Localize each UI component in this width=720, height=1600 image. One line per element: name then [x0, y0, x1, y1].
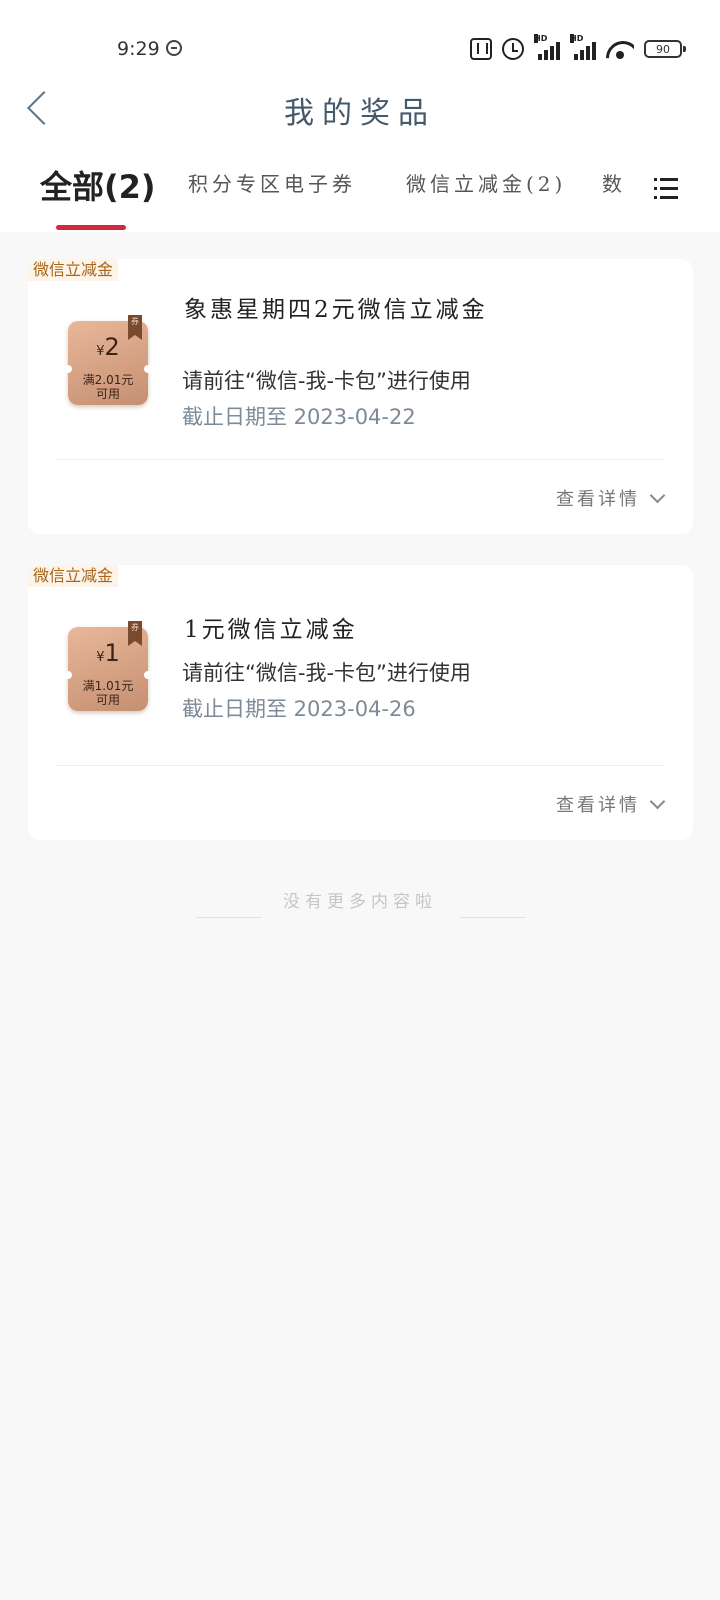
nfc-icon	[470, 38, 492, 60]
condition-line: 可用	[95, 693, 120, 707]
status-time: 9:29	[117, 38, 160, 60]
chevron-down-icon	[649, 487, 666, 503]
coupon-icon: 券 ¥2 满2.01元 可用	[64, 315, 152, 405]
card-divider	[56, 459, 665, 460]
condition-line: 满1.01元	[82, 679, 134, 693]
prize-card: 微信立减金 券 ¥1 满1.01元 可用 1元微信立减金 请前往“微信-我-卡包…	[28, 565, 693, 840]
coupon-ribbon: 券	[128, 315, 142, 340]
menu-list-icon[interactable]	[654, 178, 678, 200]
end-of-list-note: 没有更多内容啦	[283, 892, 437, 912]
top-area: 9:29 HD HD 90 我的奖品 全部(2) 积分专区电子券 微信立减金(2…	[0, 0, 720, 232]
currency-symbol: ¥	[96, 344, 105, 359]
view-details-button[interactable]: 查看详情	[556, 791, 666, 817]
end-divider-left	[196, 917, 262, 918]
prize-type-tag: 微信立减金	[28, 565, 119, 587]
view-details-button[interactable]: 查看详情	[556, 485, 666, 511]
tab-wechat-discount[interactable]: 微信立减金(2)	[406, 168, 566, 197]
condition-line: 可用	[95, 387, 120, 401]
coupon-condition: 满1.01元 可用	[68, 679, 148, 707]
amount-value: 1	[104, 639, 120, 667]
prize-title: 1元微信立减金	[184, 617, 358, 643]
tab-points-ecoupon[interactable]: 积分专区电子券	[188, 168, 356, 197]
view-details-label: 查看详情	[556, 489, 640, 510]
end-divider-right	[460, 917, 526, 918]
prize-expiry: 截止日期至 2023-04-26	[182, 697, 416, 721]
notification-icon	[166, 40, 182, 56]
currency-symbol: ¥	[96, 650, 105, 665]
wifi-icon	[606, 39, 634, 59]
prize-card: 微信立减金 券 ¥2 满2.01元 可用 象惠星期四2元微信立减金 请前往“微信…	[28, 259, 693, 534]
prize-instruction: 请前往“微信-我-卡包”进行使用	[182, 369, 471, 393]
tab-bar: 全部(2) 积分专区电子券 微信立减金(2) 数	[0, 168, 720, 230]
alarm-icon	[502, 38, 524, 60]
signal-icon: HD	[570, 34, 596, 60]
nav-bar: 我的奖品	[0, 80, 720, 140]
page-title: 我的奖品	[284, 96, 436, 131]
coupon-icon: 券 ¥1 满1.01元 可用	[64, 621, 152, 711]
prize-instruction: 请前往“微信-我-卡包”进行使用	[182, 661, 471, 685]
card-divider	[56, 765, 665, 766]
amount-value: 2	[104, 333, 120, 361]
active-tab-indicator	[56, 225, 126, 230]
tab-all[interactable]: 全部(2)	[40, 162, 156, 208]
prize-type-tag: 微信立减金	[28, 259, 119, 281]
battery-level: 90	[656, 42, 670, 56]
tab-digital[interactable]: 数	[602, 168, 626, 197]
status-bar: 9:29 HD HD 90	[0, 0, 720, 90]
coupon-condition: 满2.01元 可用	[68, 373, 148, 401]
signal-icon: HD	[534, 34, 560, 60]
hd-label: HD	[534, 34, 548, 43]
view-details-label: 查看详情	[556, 795, 640, 816]
condition-line: 满2.01元	[82, 373, 134, 387]
chevron-down-icon	[649, 793, 666, 809]
coupon-amount: ¥2	[68, 333, 148, 361]
coupon-ribbon: 券	[128, 621, 142, 646]
hd-label: HD	[570, 34, 584, 43]
coupon-amount: ¥1	[68, 639, 148, 667]
prize-title: 象惠星期四2元微信立减金	[184, 297, 488, 323]
battery-icon: 90	[644, 40, 686, 58]
status-icons: HD HD 90	[470, 34, 686, 62]
prize-expiry: 截止日期至 2023-04-22	[182, 405, 416, 429]
